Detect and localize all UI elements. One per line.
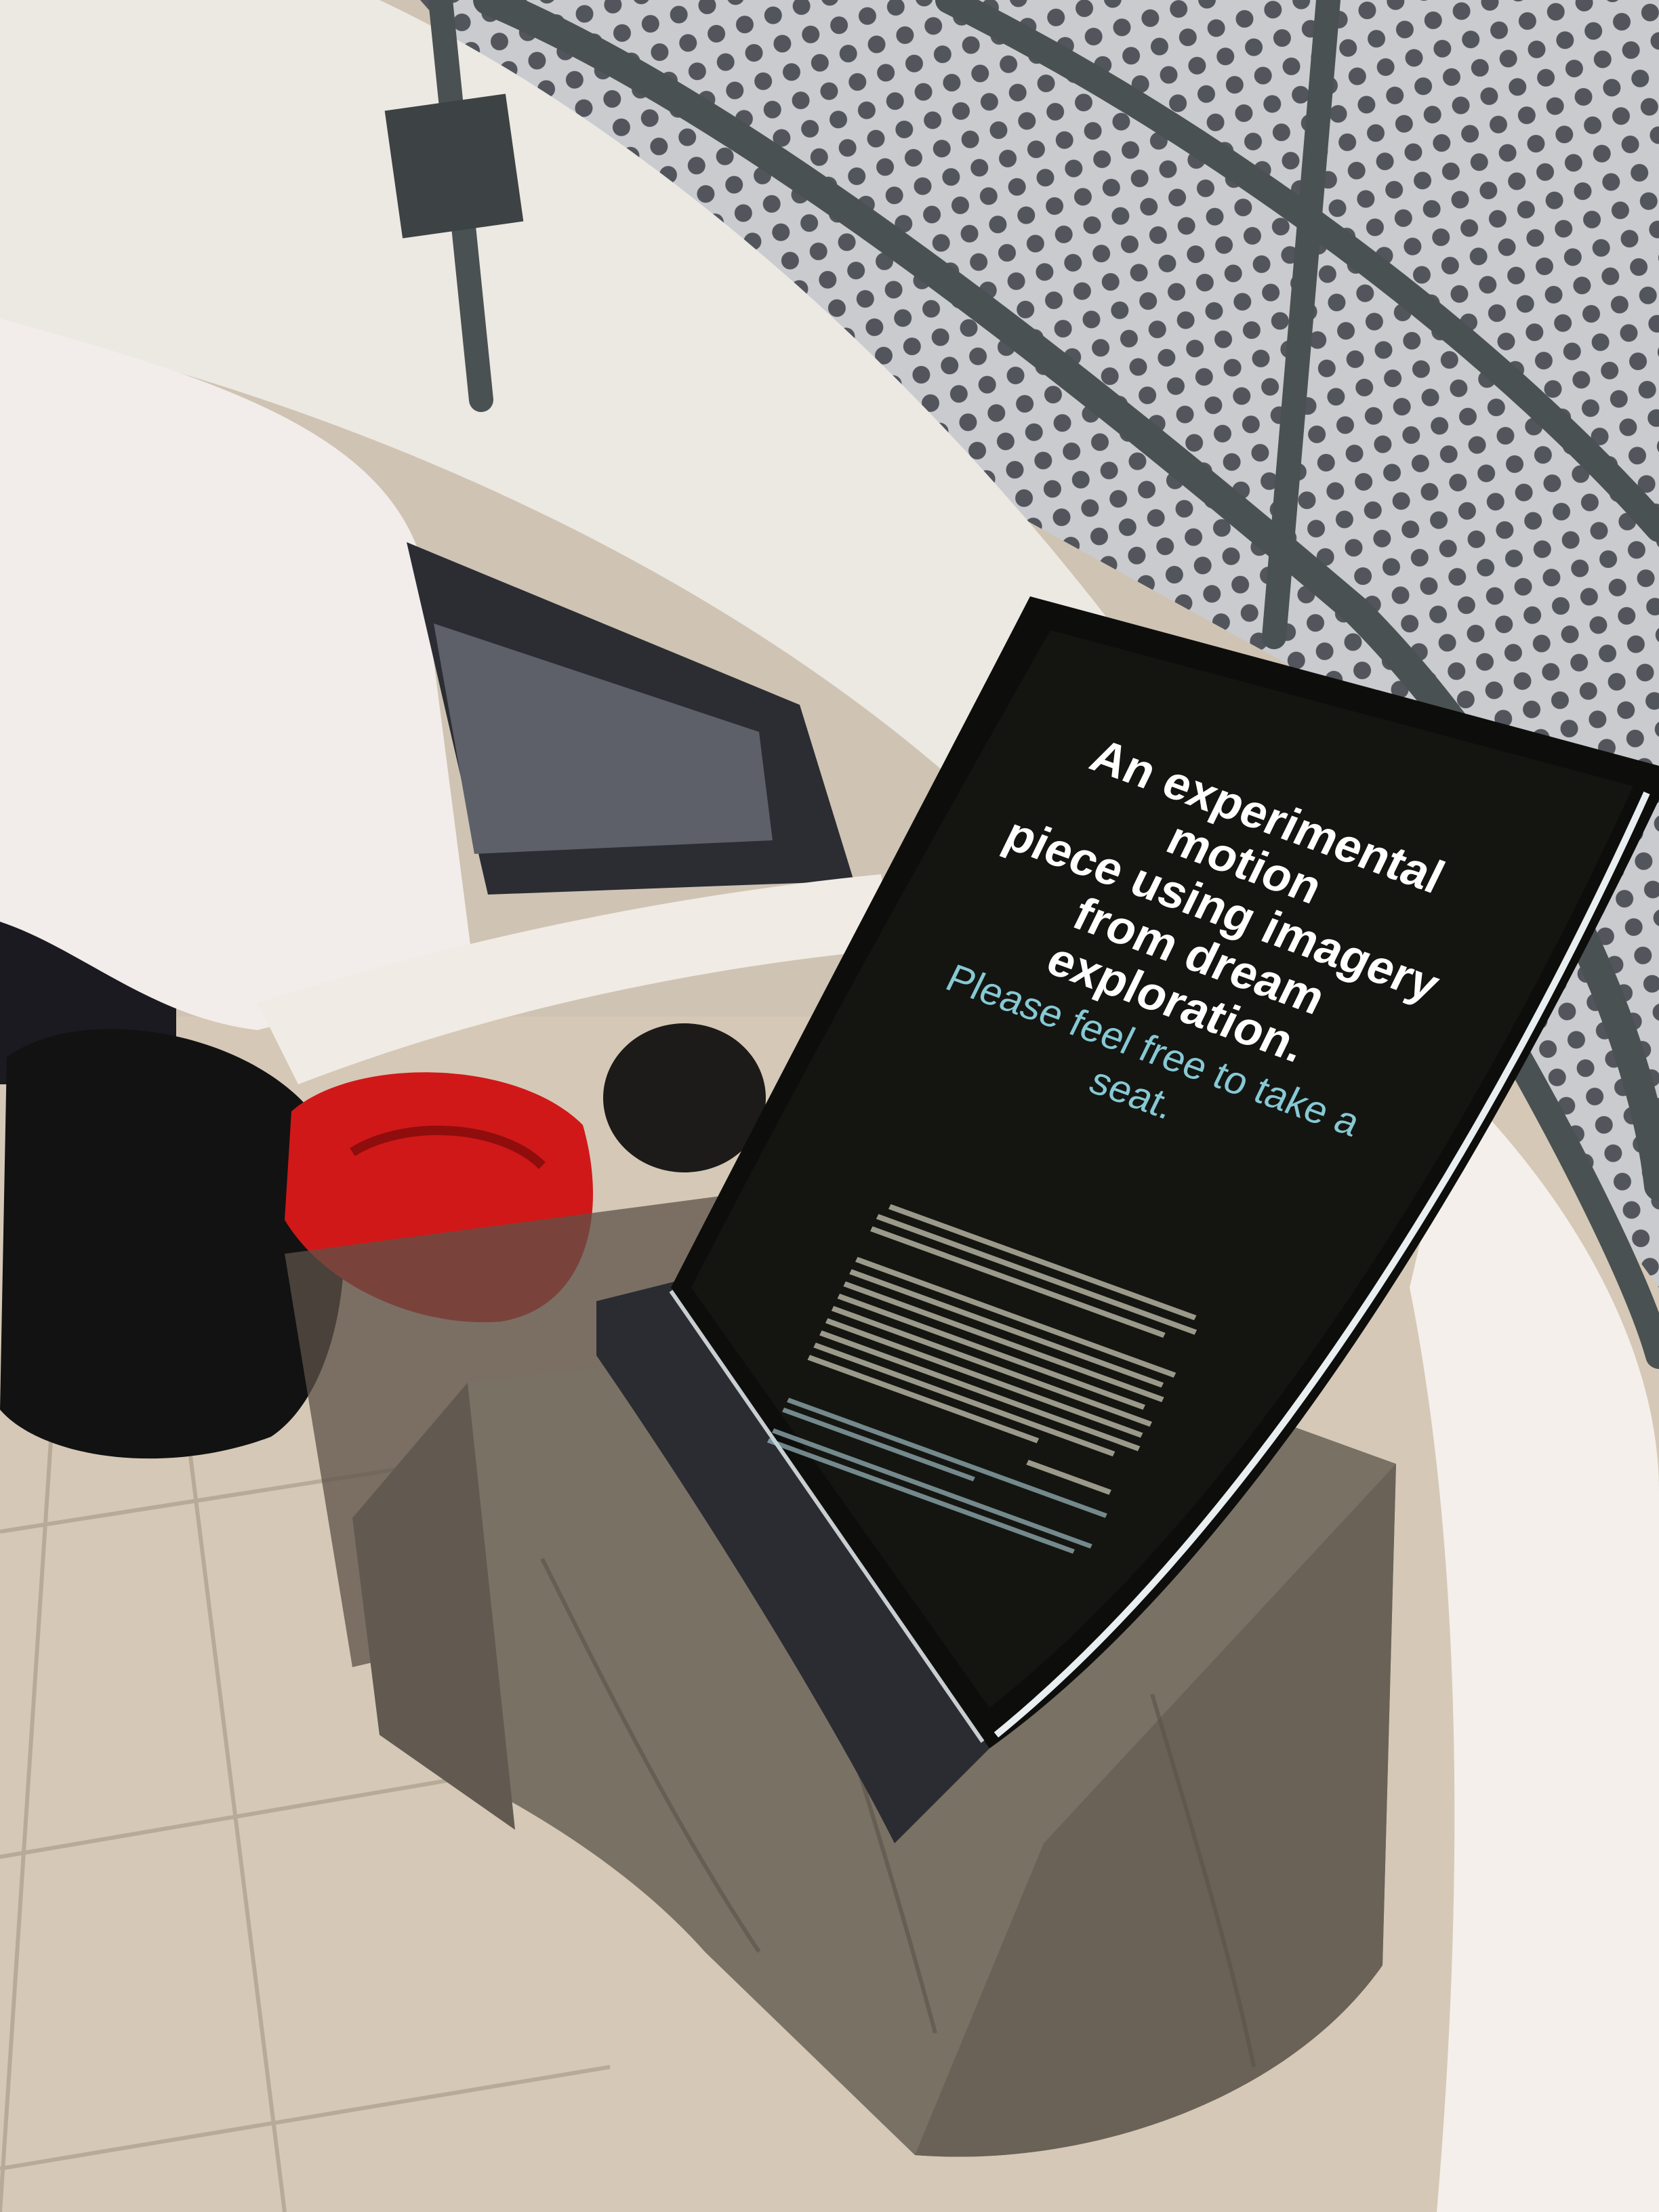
dark-beanbag bbox=[603, 1023, 766, 1172]
railing-bracket bbox=[384, 94, 524, 239]
black-beanbag bbox=[0, 1029, 344, 1459]
